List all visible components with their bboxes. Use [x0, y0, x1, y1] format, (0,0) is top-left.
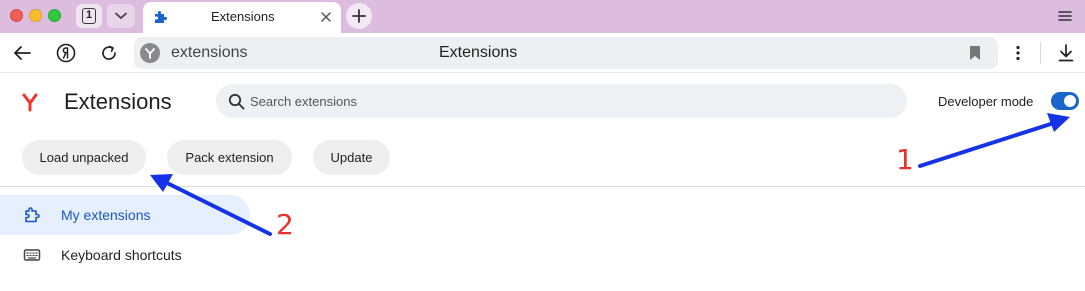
- pack-extension-button[interactable]: Pack extension: [167, 140, 292, 175]
- tab-extensions[interactable]: Extensions: [143, 2, 341, 33]
- bookmark-icon[interactable]: [968, 45, 982, 61]
- back-button[interactable]: [8, 39, 36, 67]
- page-title: Extensions: [64, 89, 172, 114]
- reload-button[interactable]: [95, 39, 123, 67]
- zoom-window-button[interactable]: [48, 9, 61, 22]
- toolbar-divider: [1040, 42, 1041, 64]
- address-bar[interactable]: extensions Extensions: [134, 37, 998, 69]
- chevron-down-icon: [115, 12, 127, 20]
- hamburger-menu-icon[interactable]: [1057, 8, 1073, 24]
- sidebar-item-keyboard-shortcuts[interactable]: Keyboard shortcuts: [0, 235, 250, 275]
- more-vertical-icon: [1016, 45, 1020, 61]
- tab-list-dropdown-button[interactable]: [107, 4, 135, 28]
- downloads-button[interactable]: [1052, 39, 1080, 67]
- sidebar-item-label: My extensions: [61, 207, 151, 223]
- tab-close-button[interactable]: [317, 8, 335, 26]
- search-icon: [228, 93, 245, 110]
- new-tab-button[interactable]: [346, 3, 372, 29]
- plus-icon: [352, 9, 366, 23]
- browser-toolbar: extensions Extensions: [0, 33, 1085, 73]
- search-input[interactable]: [250, 84, 890, 118]
- search-bar[interactable]: [216, 84, 907, 118]
- close-icon: [321, 12, 331, 22]
- tab-strip: 1 Extensions: [0, 0, 1085, 33]
- minimize-window-button[interactable]: [29, 9, 42, 22]
- browser-window: 1 Extensions extensions Extensions Exten…: [0, 0, 1085, 291]
- annotation-arrow-1: [918, 113, 1070, 168]
- site-info-button[interactable]: [140, 43, 160, 63]
- update-button[interactable]: Update: [313, 140, 390, 175]
- reload-icon: [102, 45, 116, 60]
- tab-counter-button[interactable]: 1: [76, 4, 102, 28]
- arrow-left-icon: [14, 46, 31, 60]
- sidebar-item-label: Keyboard shortcuts: [61, 247, 182, 263]
- yandex-browser-icon: [145, 48, 155, 59]
- close-window-button[interactable]: [10, 9, 23, 22]
- sidebar-item-my-extensions[interactable]: My extensions: [0, 195, 250, 235]
- tab-title: Extensions: [211, 9, 275, 24]
- puzzle-icon: [155, 11, 167, 23]
- developer-mode-toggle[interactable]: [1051, 92, 1079, 110]
- puzzle-icon: [25, 207, 40, 223]
- yandex-logo-icon: [56, 43, 76, 63]
- keyboard-icon: [23, 249, 41, 261]
- more-menu-button[interactable]: [1004, 39, 1032, 67]
- yandex-button[interactable]: [52, 39, 80, 67]
- toggle-knob: [1064, 95, 1076, 107]
- load-unpacked-button[interactable]: Load unpacked: [22, 140, 146, 175]
- annotation-marker-2: 2: [276, 208, 294, 241]
- tab-count: 1: [82, 8, 96, 24]
- address-text: extensions: [171, 44, 248, 61]
- developer-mode-label: Developer mode: [938, 94, 1034, 109]
- address-page-title: Extensions: [439, 44, 518, 61]
- annotation-marker-1: 1: [896, 143, 914, 176]
- download-icon: [1058, 44, 1074, 62]
- yandex-logo-icon: [22, 93, 38, 112]
- divider: [0, 186, 1085, 187]
